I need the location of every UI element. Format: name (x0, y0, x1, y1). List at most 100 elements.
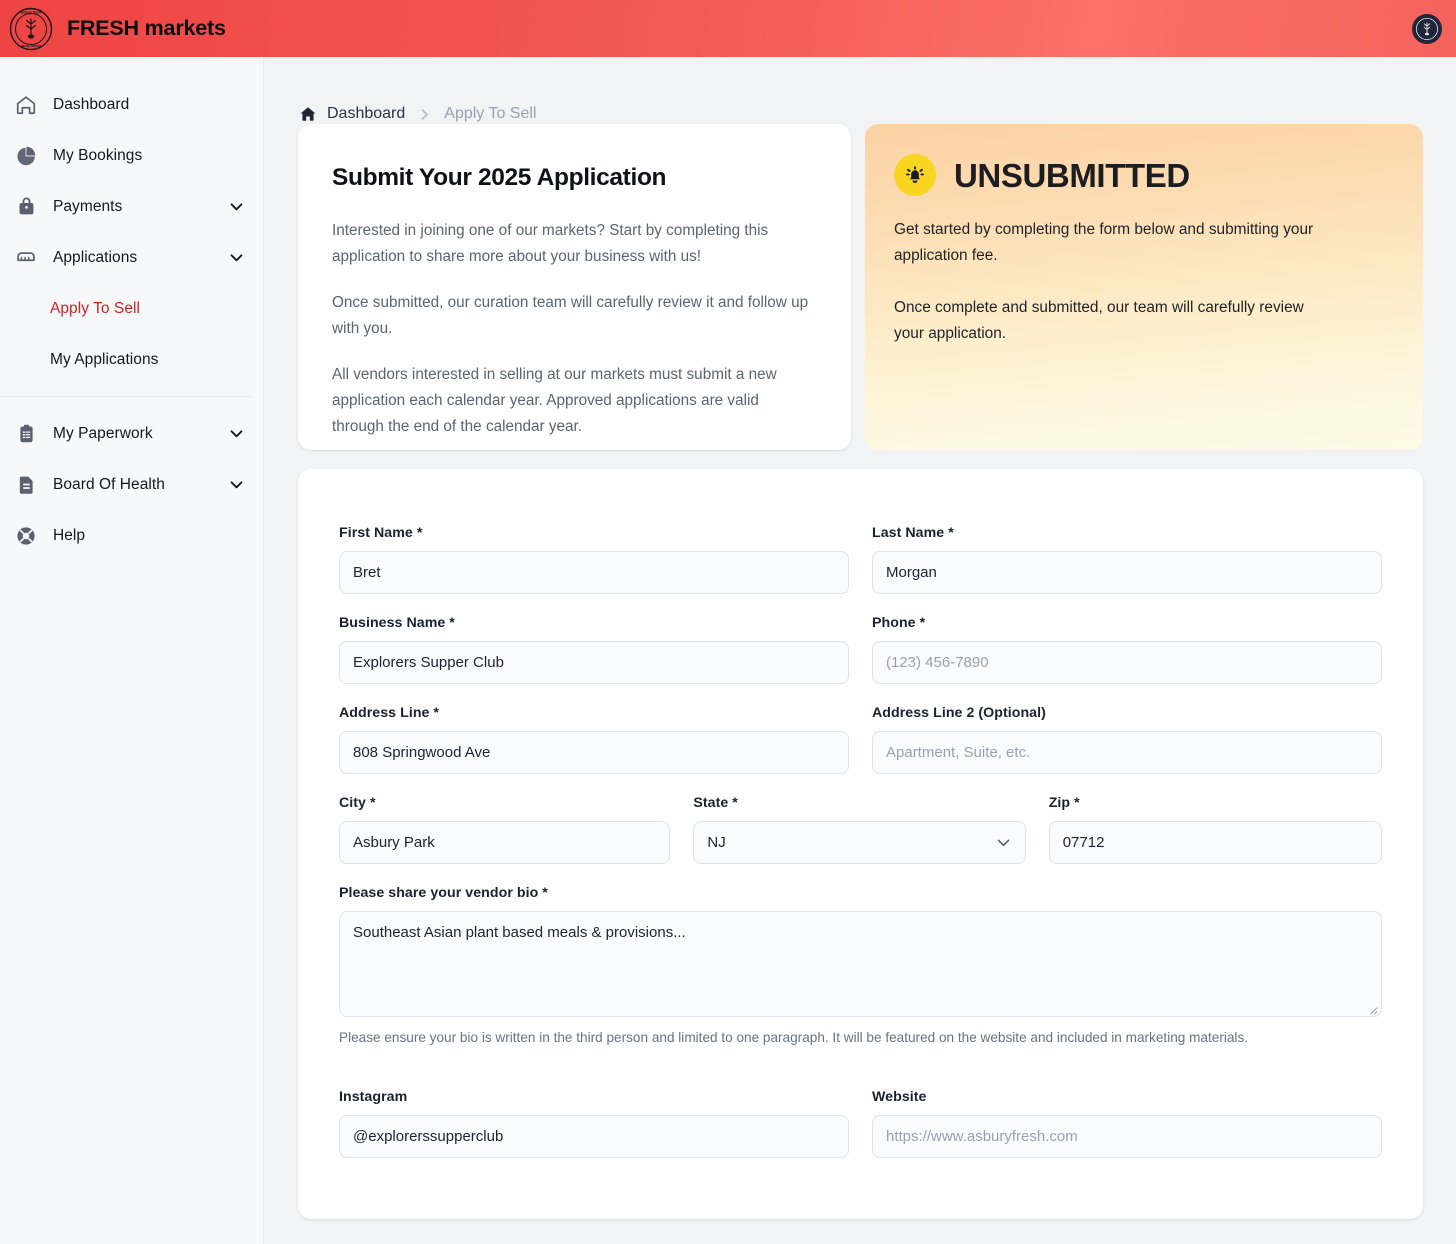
field-label: Please share your vendor bio * (339, 885, 548, 901)
first-name-input[interactable]: Bret (339, 551, 849, 594)
sidebar-item-my-bookings[interactable]: My Bookings (0, 130, 263, 181)
vendor-bio-textarea[interactable]: Southeast Asian plant based meals & prov… (339, 911, 1382, 1017)
home-icon[interactable] (299, 105, 317, 123)
breadcrumb: Dashboard Apply To Sell (264, 57, 1456, 122)
sidebar-subitem-label: My Applications (50, 350, 159, 368)
last-name-input[interactable]: Morgan (872, 551, 1382, 594)
brand[interactable]: ·asbury fresh· ·asbury fresh· FRESH mark… (0, 6, 226, 52)
sidebar-divider (0, 396, 251, 397)
field-label: Address Line * (339, 705, 440, 721)
asbury-fresh-circular-logo-icon: ·asbury fresh· ·asbury fresh· (8, 6, 54, 52)
application-form-card: First Name * Bret Last Name * Morgan Bus… (298, 469, 1423, 1219)
field-address-line: Address Line * 808 Springwood Ave (339, 705, 849, 774)
field-label: Zip * (1048, 795, 1080, 811)
chevron-down-icon[interactable] (228, 476, 245, 493)
website-input[interactable]: https://www.asburyfresh.com (872, 1115, 1382, 1158)
city-input[interactable]: Asbury Park (339, 821, 671, 864)
app-header: ·asbury fresh· ·asbury fresh· FRESH mark… (0, 0, 1456, 57)
field-state: State * NJ (693, 795, 1026, 864)
sidebar-item-label: Dashboard (53, 95, 130, 113)
form-row-social: Instagram @explorerssupperclub Website h… (339, 1089, 1382, 1158)
field-city: City * Asbury Park (339, 795, 671, 864)
form-row-address: Address Line * 808 Springwood Ave Addres… (339, 705, 1382, 774)
field-label: Address Line 2 (Optional) (872, 705, 1046, 721)
header-actions (1412, 13, 1456, 44)
sidebar-item-apply-to-sell[interactable]: Apply To Sell (0, 283, 263, 334)
form-row-city-state-zip: City * Asbury Park State * NJ Zip * 0771… (339, 795, 1382, 864)
address-line-input[interactable]: 808 Springwood Ave (339, 731, 849, 774)
status-paragraph: Once complete and submitted, our team wi… (894, 299, 1304, 342)
svg-text:·asbury fresh·: ·asbury fresh· (20, 43, 43, 47)
sidebar-item-label: Help (53, 526, 86, 544)
field-label: Phone * (872, 615, 926, 631)
home-icon (12, 94, 40, 116)
field-business-name: Business Name * Explorers Supper Club (339, 615, 849, 684)
intro-paragraph: Once submitted, our curation team will c… (332, 294, 809, 337)
sidebar-item-help[interactable]: Help (0, 510, 263, 561)
intro-paragraph: All vendors interested in selling at our… (332, 366, 777, 435)
vendor-bio-help-text: Please ensure your bio is written in the… (339, 1030, 1249, 1045)
lifebuoy-icon (12, 525, 40, 547)
stall-awning-icon (12, 247, 40, 269)
chevron-right-icon (415, 107, 434, 122)
instagram-input[interactable]: @explorerssupperclub (339, 1115, 849, 1158)
bell-ringing-icon (894, 154, 936, 196)
address-line-2-input[interactable]: Apartment, Suite, etc. (872, 731, 1382, 774)
field-label: Instagram (339, 1089, 408, 1105)
breadcrumb-current: Apply To Sell (444, 105, 537, 122)
field-label: City * (339, 795, 376, 811)
sidebar-item-label: My Bookings (53, 146, 143, 164)
field-address-line-2: Address Line 2 (Optional) Apartment, Sui… (872, 705, 1382, 774)
field-phone: Phone * (123) 456-7890 (872, 615, 1382, 684)
field-label: State * (693, 795, 738, 811)
state-select[interactable]: NJ (693, 821, 1026, 864)
form-row-bio: Please share your vendor bio * Southeast… (339, 885, 1382, 1068)
zip-input[interactable]: 07712 (1048, 821, 1382, 864)
lock-bag-icon (12, 196, 40, 217)
sidebar-item-my-applications[interactable]: My Applications (0, 334, 263, 385)
chevron-down-icon[interactable] (228, 425, 245, 442)
field-last-name: Last Name * Morgan (872, 525, 1382, 594)
status-paragraph: Get started by completing the form below… (894, 221, 1314, 264)
state-select-value: NJ (707, 834, 726, 851)
field-zip: Zip * 07712 (1048, 795, 1382, 864)
sidebar-subitem-label: Apply To Sell (50, 299, 140, 317)
summary-cards-row: Submit Your 2025 Application Interested … (264, 118, 1456, 450)
field-website: Website https://www.asburyfresh.com (872, 1089, 1382, 1158)
field-first-name: First Name * Bret (339, 525, 849, 594)
field-label: Website (872, 1089, 927, 1105)
brand-title: FRESH markets (67, 16, 226, 40)
main-content: Dashboard Apply To Sell Submit Your 2025… (264, 57, 1456, 1244)
sidebar-item-label: Payments (53, 197, 123, 215)
status-spacer (894, 269, 1391, 295)
chevron-down-icon (995, 834, 1012, 851)
sidebar-item-label: Board Of Health (53, 475, 165, 493)
sidebar-item-board-of-health[interactable]: Board Of Health (0, 459, 263, 510)
sidebar-item-dashboard[interactable]: Dashboard (0, 79, 263, 130)
sidebar-item-payments[interactable]: Payments (0, 181, 263, 232)
page-title: Submit Your 2025 Application (332, 164, 667, 191)
form-row-business: Business Name * Explorers Supper Club Ph… (339, 615, 1382, 684)
asbury-fresh-badge-avatar-icon[interactable] (1412, 13, 1442, 44)
status-badge: UNSUBMITTED (954, 156, 1190, 194)
resize-handle-icon[interactable] (1367, 1002, 1378, 1015)
pie-chart-icon (12, 145, 40, 166)
intro-paragraph: Interested in joining one of our markets… (332, 222, 769, 265)
business-name-input[interactable]: Explorers Supper Club (339, 641, 849, 684)
clipboard-list-icon (12, 423, 40, 444)
breadcrumb-link-dashboard[interactable]: Dashboard (327, 105, 405, 123)
field-vendor-bio: Please share your vendor bio * Southeast… (339, 885, 1382, 1068)
field-instagram: Instagram @explorerssupperclub (339, 1089, 849, 1158)
sidebar-item-applications[interactable]: Applications (0, 232, 263, 283)
status-card: UNSUBMITTED Get started by completing th… (865, 124, 1423, 450)
phone-input[interactable]: (123) 456-7890 (872, 641, 1382, 684)
chevron-down-icon[interactable] (228, 198, 245, 215)
chevron-down-icon[interactable] (228, 249, 245, 266)
field-label: Last Name * (872, 525, 954, 541)
vendor-bio-value: Southeast Asian plant based meals & prov… (353, 924, 686, 941)
svg-text:·asbury fresh·: ·asbury fresh· (20, 10, 43, 14)
sidebar: Dashboard My Bookings Payments Applicati… (0, 57, 264, 1244)
sidebar-item-my-paperwork[interactable]: My Paperwork (0, 408, 263, 459)
sidebar-item-label: Applications (53, 248, 138, 266)
sidebar-item-label: My Paperwork (53, 424, 153, 442)
